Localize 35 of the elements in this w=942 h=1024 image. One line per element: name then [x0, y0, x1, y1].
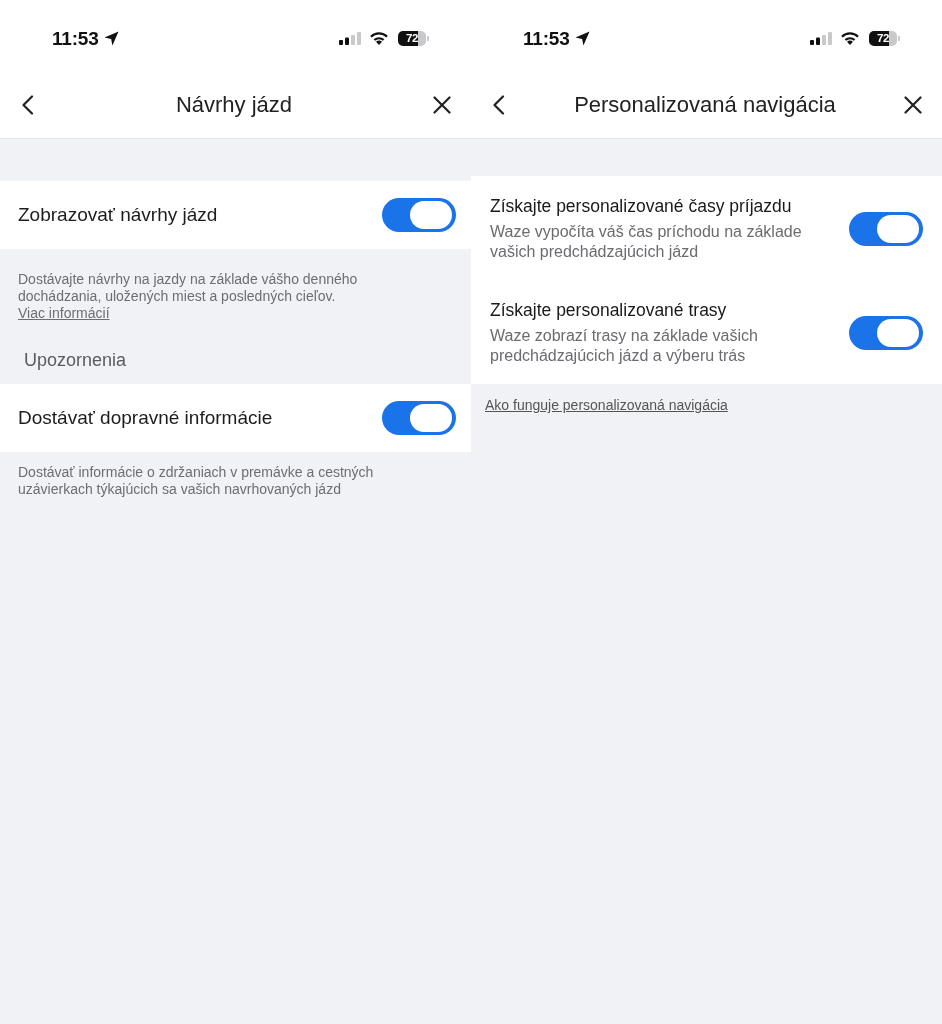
location-arrow-icon: [103, 30, 119, 46]
description-text: Dostávať informácie o zdržaniach v premávke a cestných uzávierkach týkajúcich sa vašich navrhovaných jázd: [17, 463, 375, 498]
setting-title: Získajte personalizované trasy: [490, 299, 728, 321]
status-time: 11:53: [523, 28, 570, 48]
chevron-left-icon: [21, 95, 35, 115]
back-button[interactable]: [21, 95, 35, 115]
description-text: Dostávajte návrhy na jazdy na základe vášho denného dochádzania, uložených miest a posledných cieľov. Viac informácií: [17, 270, 359, 322]
toggle-switch[interactable]: [849, 315, 923, 350]
wifi-icon: [369, 31, 389, 45]
toggle-switch[interactable]: [849, 211, 923, 246]
setting-description: Waze vypočíta váš čas príchodu na základe vašich predchádzajúcich jázd: [490, 222, 803, 262]
setting-label: Dostávať dopravné informácie: [18, 405, 273, 430]
toggle-switch[interactable]: [382, 198, 456, 232]
close-button[interactable]: [904, 96, 922, 114]
signal-bars-icon: [810, 31, 832, 45]
setting-title: Získajte personalizované časy príjazdu: [490, 195, 793, 217]
wifi-icon: [840, 31, 860, 45]
close-button[interactable]: [433, 96, 451, 114]
toggle-switch[interactable]: [382, 401, 456, 435]
screen-title: Personalizovaná navigácia: [574, 91, 836, 119]
more-info-link[interactable]: Viac informácií: [18, 305, 110, 321]
section-heading: Upozornenia: [23, 349, 128, 372]
setting-description: Waze zobrazí trasy na základe vašich predchádzajúcich jázd a výberu trás: [490, 326, 759, 366]
back-button[interactable]: [492, 95, 506, 115]
location-arrow-icon: [574, 30, 590, 46]
status-time: 11:53: [52, 28, 99, 48]
signal-bars-icon: [339, 31, 361, 45]
chevron-left-icon: [492, 95, 506, 115]
battery-percentage: 72: [869, 30, 897, 46]
help-link[interactable]: Ako funguje personalizovaná navigácia: [471, 384, 728, 414]
battery-percentage: 72: [398, 30, 426, 46]
setting-label: Zobrazovať návrhy jázd: [18, 202, 218, 227]
screen-title: Návrhy jázd: [175, 91, 293, 119]
close-icon: [433, 96, 451, 114]
close-icon: [904, 96, 922, 114]
